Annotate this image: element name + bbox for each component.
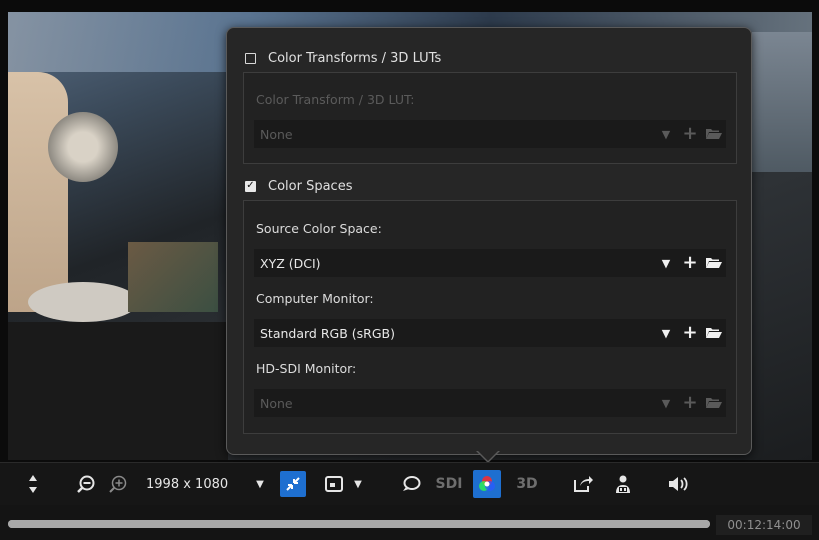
dropdown-arrow-icon[interactable]: ▼ (252, 463, 268, 505)
source-color-space-label: Source Color Space: (256, 221, 382, 236)
dropdown-arrow-icon[interactable]: ▼ (654, 389, 678, 417)
hd-sdi-monitor-label: HD-SDI Monitor: (256, 361, 357, 376)
3d-label: 3D (516, 476, 538, 492)
dropdown-arrow-icon[interactable]: ▼ (350, 463, 366, 505)
color-spaces-group: Source Color Space: XYZ (DCI) ▼ + Comput… (243, 200, 737, 434)
video-person-arm (8, 72, 68, 312)
playback-bar: 00:12:14:00 (0, 505, 819, 540)
source-color-space-select[interactable]: XYZ (DCI) ▼ + (254, 249, 726, 277)
folder-open-icon[interactable] (702, 319, 726, 347)
resolution-select[interactable]: 1998 x 1080 (140, 463, 244, 505)
viewer-toolbar: 1998 x 1080 ▼ ▼ SDI 3D (0, 462, 819, 505)
folder-open-icon[interactable] (702, 120, 726, 148)
add-icon[interactable]: + (678, 249, 702, 277)
color-spaces-label: Color Spaces (268, 178, 353, 194)
dropdown-arrow-icon[interactable]: ▼ (654, 319, 678, 347)
video-circuit (128, 242, 218, 312)
volume-icon[interactable] (664, 463, 692, 505)
hd-sdi-monitor-select[interactable]: None ▼ + (254, 389, 726, 417)
users-icon[interactable] (610, 463, 636, 505)
zoom-in-icon[interactable] (106, 463, 130, 505)
source-color-space-value: XYZ (DCI) (260, 255, 321, 271)
color-spaces-toggle[interactable]: ✓ Color Spaces (245, 176, 352, 196)
add-icon[interactable]: + (678, 389, 702, 417)
comment-icon[interactable] (398, 463, 424, 505)
fit-to-window-icon (280, 471, 306, 497)
sdi-button[interactable]: SDI (432, 463, 466, 505)
playback-progress-fill (8, 520, 710, 528)
dropdown-arrow-icon[interactable]: ▼ (654, 249, 678, 277)
computer-monitor-label: Computer Monitor: (256, 291, 374, 306)
video-dish (28, 282, 138, 322)
folder-open-icon[interactable] (702, 249, 726, 277)
color-transform-field-label: Color Transform / 3D LUT: (256, 92, 415, 107)
folder-open-icon[interactable] (702, 389, 726, 417)
dropdown-arrow-icon[interactable]: ▼ (654, 120, 678, 148)
popup-pointer-fill (477, 450, 499, 461)
share-icon[interactable] (570, 463, 596, 505)
updown-arrows-icon[interactable] (24, 463, 42, 505)
video-table (8, 322, 228, 460)
color-transforms-label: Color Transforms / 3D LUTs (268, 50, 442, 66)
color-transform-value: None (260, 126, 293, 142)
color-transforms-group: Color Transform / 3D LUT: None ▼ + (243, 72, 737, 164)
color-transforms-checkbox[interactable] (245, 52, 256, 64)
color-transforms-toggle[interactable]: Color Transforms / 3D LUTs (245, 48, 441, 68)
color-transform-select[interactable]: None ▼ + (254, 120, 726, 148)
resolution-value: 1998 x 1080 (146, 476, 229, 492)
color-settings-button[interactable] (472, 463, 502, 505)
computer-monitor-value: Standard RGB (sRGB) (260, 325, 395, 341)
video-right-machine (752, 32, 812, 172)
timecode-display: 00:12:14:00 (716, 515, 812, 535)
hd-sdi-monitor-value: None (260, 395, 293, 411)
add-icon[interactable]: + (678, 319, 702, 347)
video-reel (48, 112, 118, 182)
computer-monitor-select[interactable]: Standard RGB (sRGB) ▼ + (254, 319, 726, 347)
aspect-frame-icon[interactable] (322, 463, 346, 505)
color-settings-popup: Color Transforms / 3D LUTs Color Transfo… (226, 27, 752, 455)
zoom-out-icon[interactable] (74, 463, 98, 505)
fit-to-window-button[interactable] (278, 463, 308, 505)
sdi-label: SDI (435, 476, 463, 492)
playback-progress-track[interactable] (8, 520, 710, 528)
color-wheel-icon (473, 470, 501, 498)
3d-button[interactable]: 3D (512, 463, 542, 505)
add-icon[interactable]: + (678, 120, 702, 148)
color-spaces-checkbox[interactable]: ✓ (245, 180, 256, 192)
